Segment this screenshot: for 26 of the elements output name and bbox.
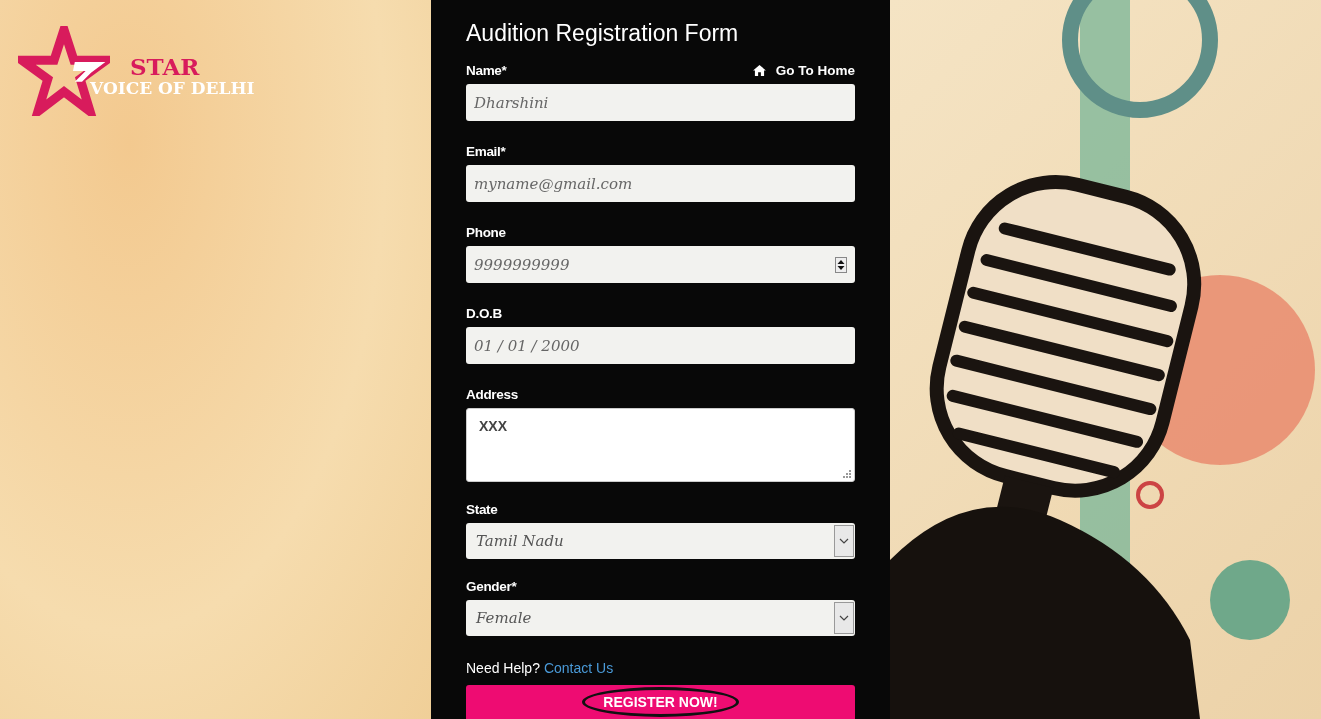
form-title: Audition Registration Form — [466, 19, 740, 48]
register-button[interactable]: REGISTER NOW! — [466, 685, 855, 719]
field-label: Address — [466, 386, 518, 402]
address-field[interactable]: XXX — [466, 408, 855, 482]
field-label: Phone — [466, 224, 506, 240]
help-text: Need Help? — [466, 660, 540, 676]
field-label: State — [466, 501, 498, 517]
field-label: D.O.B — [466, 305, 502, 321]
spinner-icon[interactable] — [835, 257, 847, 273]
chevron-down-icon — [839, 538, 849, 544]
go-home-link[interactable]: Go To Home — [752, 62, 855, 78]
field-label: Gender* — [466, 578, 517, 594]
text-field[interactable]: myname@gmail.com — [466, 165, 855, 202]
resize-grip-icon[interactable] — [843, 470, 851, 478]
home-icon — [752, 64, 766, 76]
logo-subtitle: VOICE OF DELHI — [90, 78, 255, 98]
text-field[interactable]: 01 / 01 / 2000 — [466, 327, 855, 364]
text-field[interactable]: Dharshini — [466, 84, 855, 121]
select-field[interactable]: Tamil Nadu — [466, 523, 855, 559]
chevron-down-icon — [839, 615, 849, 621]
logo-title: STAR — [130, 56, 201, 78]
phone-field[interactable]: 9999999999 — [466, 246, 855, 283]
field-label: Email* — [466, 143, 506, 159]
field-label: Name* — [466, 62, 507, 78]
contact-link[interactable]: Contact Us — [543, 660, 614, 676]
select-field[interactable]: Female — [466, 600, 855, 636]
